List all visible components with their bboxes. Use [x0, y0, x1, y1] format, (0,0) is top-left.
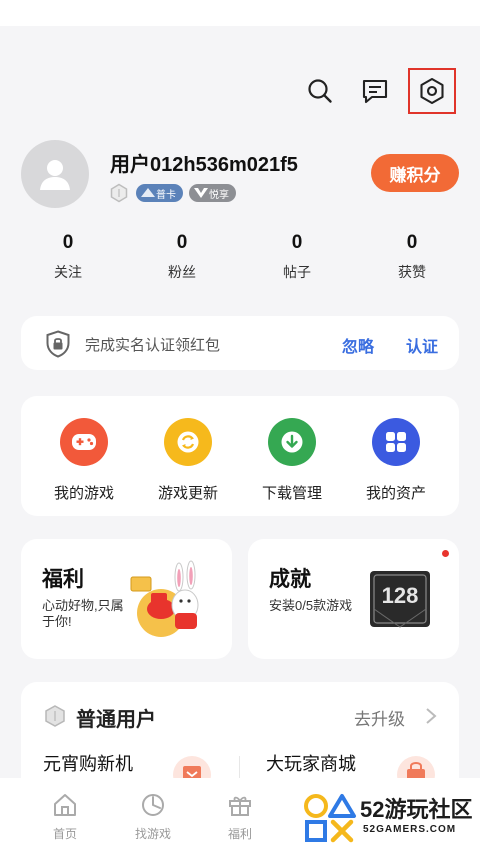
stat-label: 获赞 [398, 264, 426, 280]
username[interactable]: 用户012h536m021f5 [110, 148, 298, 177]
welfare-desc: 心动好物,只属于你! [42, 598, 124, 629]
my-assets-button[interactable]: 我的资产 [351, 418, 441, 503]
game-updates-label: 游戏更新 [157, 485, 218, 502]
nav-home[interactable]: 首页 [33, 792, 97, 842]
home-icon [54, 794, 76, 816]
nav-find-game[interactable]: 找游戏 [121, 792, 185, 842]
find-game-icon [142, 794, 164, 816]
nav-home-label: 首页 [52, 827, 77, 841]
my-games-icon-circle [60, 418, 108, 466]
lantern-phone-promo[interactable]: 元宵购新机 [43, 750, 133, 776]
stat-label: 粉丝 [168, 264, 196, 280]
stat-value: 0 [62, 232, 74, 253]
my-assets-label: 我的资产 [365, 485, 426, 502]
card-level-badge: 普卡 [136, 184, 183, 202]
stat-posts[interactable]: 0 帖子 [247, 232, 347, 282]
message-icon [362, 79, 388, 104]
stat-label: 帖子 [283, 264, 311, 280]
download-manager-label: 下载管理 [261, 485, 322, 502]
status-bar-area [0, 0, 480, 26]
member-level-icon [45, 705, 65, 727]
settings-button[interactable] [408, 68, 456, 114]
user-badges[interactable]: 普卡 悦享 [108, 183, 236, 203]
site-watermark: 52游玩社区 52GAMERS.COM [300, 790, 480, 850]
settings-hexagon-icon [420, 77, 444, 105]
nav-find-game-label: 找游戏 [134, 827, 171, 841]
watermark-logo-icon [304, 794, 356, 843]
stat-likes[interactable]: 0 获赞 [362, 232, 462, 282]
refresh-icon [177, 431, 199, 453]
nav-welfare[interactable]: 福利 [208, 792, 272, 842]
member-level-label: 普通用户 [76, 709, 156, 731]
earn-points-button[interactable]: 赚积分 [371, 154, 459, 192]
nav-welfare-label: 福利 [227, 827, 252, 841]
verify-prompt-text: 完成实名认证领红包 [85, 337, 221, 354]
rabbit-mascot-icon [130, 560, 199, 637]
card-badge-icon [141, 188, 155, 197]
my-assets-icon-circle [372, 418, 420, 466]
gift-icon [229, 796, 251, 816]
vip-badge-icon [194, 188, 208, 198]
my-games-label: 我的游戏 [53, 485, 114, 502]
player-mall-promo[interactable]: 大玩家商城 [266, 750, 356, 776]
download-icon [281, 431, 303, 453]
welfare-card[interactable]: 福利 心动好物,只属于你! [21, 539, 232, 659]
vip-level-label: 悦享 [209, 189, 229, 201]
default-avatar-icon [40, 160, 70, 190]
welfare-title: 福利 [42, 568, 84, 591]
stat-followers[interactable]: 0 粉丝 [132, 232, 232, 282]
quick-actions-card: 我的游戏 游戏更新 下载管理 我的资产 [21, 396, 459, 516]
achievement-128-icon: 128 [370, 571, 430, 628]
search-icon [308, 79, 332, 103]
verify-button[interactable]: 认证 [406, 333, 438, 357]
vip-level-badge: 悦享 [189, 184, 236, 202]
game-updates-icon-circle [164, 418, 212, 466]
real-name-verify-card: 完成实名认证领红包 忽略 认证 [21, 316, 459, 370]
my-games-button[interactable]: 我的游戏 [39, 418, 129, 503]
watermark-title: 52游玩社区 [360, 797, 473, 822]
gamepad-icon [72, 434, 96, 450]
achievement-desc: 安装0/5款游戏 [269, 598, 353, 613]
shield-lock-icon [46, 330, 70, 358]
stat-label: 关注 [54, 264, 82, 280]
chevron-right-icon[interactable] [425, 707, 437, 725]
achievement-card[interactable]: 成就 安装0/5款游戏 128 [248, 539, 459, 659]
watermark-subtitle: 52GAMERS.COM [363, 824, 457, 835]
game-updates-button[interactable]: 游戏更新 [143, 418, 233, 503]
download-manager-button[interactable]: 下载管理 [247, 418, 337, 503]
message-button[interactable] [360, 76, 390, 106]
grid-icon [386, 432, 406, 452]
stat-value: 0 [406, 232, 418, 253]
upgrade-link[interactable]: 去升级 [354, 705, 405, 730]
search-button[interactable] [305, 76, 335, 106]
download-manager-icon-circle [268, 418, 316, 466]
stat-value: 0 [291, 232, 303, 253]
level-hexagon-icon [108, 183, 130, 203]
notification-dot [442, 550, 449, 557]
achievement-badge-number: 128 [382, 583, 419, 608]
ignore-button[interactable]: 忽略 [342, 333, 374, 357]
stat-following[interactable]: 0 关注 [18, 232, 118, 282]
stat-value: 0 [176, 232, 188, 253]
achievement-title: 成就 [269, 568, 311, 591]
avatar[interactable] [21, 140, 89, 208]
card-level-label: 普卡 [156, 189, 176, 201]
